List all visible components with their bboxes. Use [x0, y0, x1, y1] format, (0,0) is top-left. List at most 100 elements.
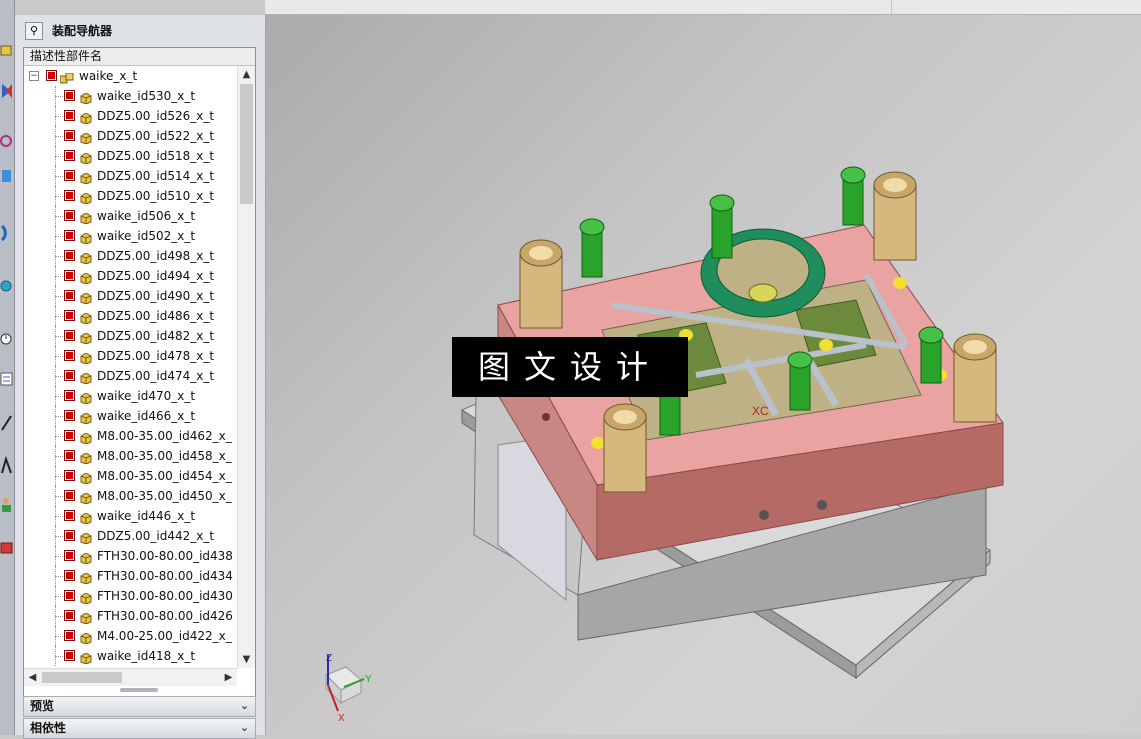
list-tool-icon[interactable]: [0, 368, 13, 390]
tree-node-label: M8.00-35.00_id454_x_: [97, 469, 232, 483]
tree-node[interactable]: DDZ5.00_id522_x_t: [24, 126, 237, 146]
horizontal-scroll-thumb[interactable]: [42, 672, 122, 683]
checkbox-checked-icon[interactable]: [64, 470, 75, 481]
checkbox-checked-icon[interactable]: [64, 570, 75, 581]
checkbox-checked-icon[interactable]: [64, 170, 75, 181]
drafting-tool-icon[interactable]: [0, 455, 13, 477]
checkbox-checked-icon[interactable]: [64, 630, 75, 641]
collapse-icon[interactable]: −: [29, 71, 39, 81]
tree-node[interactable]: FTH30.00-80.00_id438: [24, 546, 237, 566]
graphics-viewport[interactable]: XC Z Y X 图文设计: [266, 15, 1141, 735]
component-icon: [80, 190, 92, 205]
tree-node[interactable]: DDZ5.00_id526_x_t: [24, 106, 237, 126]
tree-node[interactable]: FTH30.00-80.00_id434: [24, 566, 237, 586]
tree-node[interactable]: waike_id502_x_t: [24, 226, 237, 246]
tree-node[interactable]: DDZ5.00_id474_x_t: [24, 366, 237, 386]
tree-node[interactable]: DDZ5.00_id518_x_t: [24, 146, 237, 166]
checkbox-checked-icon[interactable]: [64, 290, 75, 301]
column-header[interactable]: 描述性部件名: [24, 48, 255, 66]
scroll-right-icon[interactable]: ▶: [220, 669, 237, 686]
assembly-tool-icon[interactable]: [0, 40, 13, 62]
tree-node-label: DDZ5.00_id486_x_t: [97, 309, 215, 323]
clock-tool-icon[interactable]: [0, 328, 13, 350]
checkbox-checked-icon[interactable]: [64, 450, 75, 461]
tree-node[interactable]: M8.00-35.00_id450_x_: [24, 486, 237, 506]
tree-node[interactable]: DDZ5.00_id510_x_t: [24, 186, 237, 206]
target-tool-icon[interactable]: [0, 130, 13, 152]
checkbox-checked-icon[interactable]: [64, 110, 75, 121]
tree-node[interactable]: M4.00-25.00_id422_x_: [24, 626, 237, 646]
checkbox-checked-icon[interactable]: [64, 150, 75, 161]
role-tool-icon[interactable]: [0, 494, 13, 516]
tree-node[interactable]: M8.00-35.00_id458_x_: [24, 446, 237, 466]
part-family-icon[interactable]: [0, 165, 13, 187]
socket-screw: [787, 351, 813, 411]
dependency-panel[interactable]: 相依性 ⌄: [23, 718, 256, 739]
chevron-down-icon[interactable]: ⌄: [237, 720, 252, 735]
checkbox-checked-icon[interactable]: [64, 130, 75, 141]
tree-node[interactable]: waike_id466_x_t: [24, 406, 237, 426]
component-icon: [80, 370, 92, 385]
checkbox-checked-icon[interactable]: [64, 550, 75, 561]
chevron-down-icon[interactable]: ⌄: [237, 698, 252, 713]
constraint-tool-icon[interactable]: [0, 80, 13, 102]
tree-node[interactable]: M8.00-35.00_id462_x_: [24, 426, 237, 446]
tree-node[interactable]: waike_id418_x_t: [24, 646, 237, 666]
tree-node[interactable]: DDZ5.00_id442_x_t: [24, 526, 237, 546]
component-icon: [80, 210, 92, 225]
checkbox-checked-icon[interactable]: [64, 350, 75, 361]
horizontal-scrollbar[interactable]: ◀ ▶: [24, 668, 237, 686]
checkbox-checked-icon[interactable]: [64, 590, 75, 601]
checkbox-checked-icon[interactable]: [64, 370, 75, 381]
tree-node[interactable]: waike_id446_x_t: [24, 506, 237, 526]
signal-tool-icon[interactable]: [0, 222, 13, 244]
view-triad[interactable]: Z Y X: [325, 653, 372, 724]
checkbox-checked-icon[interactable]: [64, 90, 75, 101]
preview-panel[interactable]: 预览 ⌄: [23, 696, 256, 717]
checkbox-checked-icon[interactable]: [64, 530, 75, 541]
tree-node[interactable]: waike_id470_x_t: [24, 386, 237, 406]
pin-icon[interactable]: ⚲: [25, 22, 43, 40]
checkbox-checked-icon[interactable]: [64, 490, 75, 501]
tree-node[interactable]: FTH30.00-80.00_id426: [24, 606, 237, 626]
tree-node-label: waike_id418_x_t: [97, 649, 196, 663]
checkbox-checked-icon[interactable]: [64, 210, 75, 221]
checkbox-checked-icon[interactable]: [64, 430, 75, 441]
checkbox-checked-icon[interactable]: [64, 390, 75, 401]
measure-tool-icon[interactable]: [0, 412, 13, 434]
scroll-up-icon[interactable]: ▲: [238, 66, 255, 83]
tree-root-node[interactable]: − waike_x_t: [24, 66, 237, 86]
checkbox-checked-icon[interactable]: [64, 190, 75, 201]
tree-node[interactable]: DDZ5.00_id494_x_t: [24, 266, 237, 286]
checkbox-checked-icon[interactable]: [64, 510, 75, 521]
checkbox-checked-icon[interactable]: [64, 250, 75, 261]
tree-node[interactable]: waike_id506_x_t: [24, 206, 237, 226]
checkbox-checked-icon[interactable]: [46, 70, 57, 81]
checkbox-checked-icon[interactable]: [64, 610, 75, 621]
tree-node[interactable]: DDZ5.00_id486_x_t: [24, 306, 237, 326]
checkbox-checked-icon[interactable]: [64, 410, 75, 421]
tree-node[interactable]: DDZ5.00_id498_x_t: [24, 246, 237, 266]
tree-node[interactable]: M8.00-35.00_id454_x_: [24, 466, 237, 486]
scroll-left-icon[interactable]: ◀: [24, 669, 41, 686]
scroll-down-icon[interactable]: ▼: [238, 651, 255, 668]
history-tool-icon[interactable]: [0, 537, 13, 559]
checkbox-checked-icon[interactable]: [64, 270, 75, 281]
globe-tool-icon[interactable]: [0, 275, 13, 297]
vertical-scroll-thumb[interactable]: [240, 84, 253, 204]
tree-node[interactable]: DDZ5.00_id478_x_t: [24, 346, 237, 366]
checkbox-checked-icon[interactable]: [64, 330, 75, 341]
checkbox-checked-icon[interactable]: [64, 230, 75, 241]
checkbox-checked-icon[interactable]: [64, 650, 75, 661]
vertical-scrollbar[interactable]: ▲ ▼: [237, 66, 255, 668]
assembly-navigator: ⚲ 装配导航器 描述性部件名 − waike_x_t waike_id530_x…: [15, 15, 266, 739]
tree-node[interactable]: waike_id530_x_t: [24, 86, 237, 106]
tree-node[interactable]: DDZ5.00_id490_x_t: [24, 286, 237, 306]
component-icon: [80, 270, 92, 285]
mold-assembly-model[interactable]: XC Z Y X: [266, 15, 1141, 735]
panel-splitter-grip[interactable]: [120, 688, 158, 692]
tree-node[interactable]: DDZ5.00_id482_x_t: [24, 326, 237, 346]
tree-node[interactable]: FTH30.00-80.00_id430: [24, 586, 237, 606]
checkbox-checked-icon[interactable]: [64, 310, 75, 321]
tree-node[interactable]: DDZ5.00_id514_x_t: [24, 166, 237, 186]
